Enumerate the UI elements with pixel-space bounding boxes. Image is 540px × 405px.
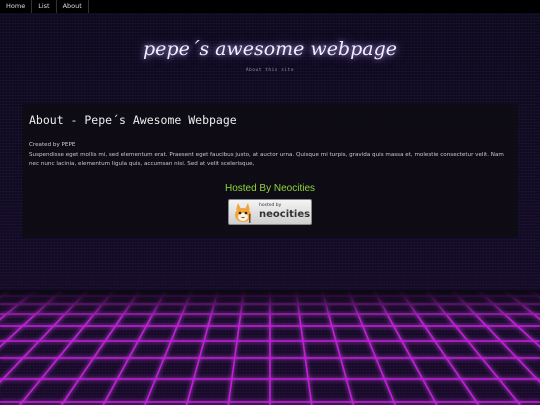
- site-subtitle: About this site: [245, 68, 295, 73]
- top-navigation: Home List About: [0, 0, 540, 13]
- neocities-badge-link[interactable]: hosted by neocities: [228, 199, 312, 225]
- site-title: pepe´s awesome webpage: [143, 38, 397, 60]
- nav-list-link[interactable]: List: [32, 0, 57, 13]
- nav-about-link[interactable]: About: [57, 0, 89, 13]
- created-by-text: Created by PEPE: [29, 142, 76, 148]
- neon-grid-floor: [0, 290, 540, 405]
- badge-big-text: neocities: [259, 209, 311, 220]
- neocities-cat-icon: [235, 203, 251, 223]
- about-heading: About - Pepe´s Awesome Webpage: [29, 113, 237, 127]
- hosted-by-text: Hosted By Neocities: [224, 183, 316, 194]
- nav-home-link[interactable]: Home: [0, 0, 33, 13]
- badge-small-text: hosted by: [259, 203, 282, 208]
- about-paragraph: Suspendisse eget mollis mi, sed elementu…: [29, 152, 504, 167]
- about-content-panel: About - Pepe´s Awesome Webpage Created b…: [22, 104, 518, 238]
